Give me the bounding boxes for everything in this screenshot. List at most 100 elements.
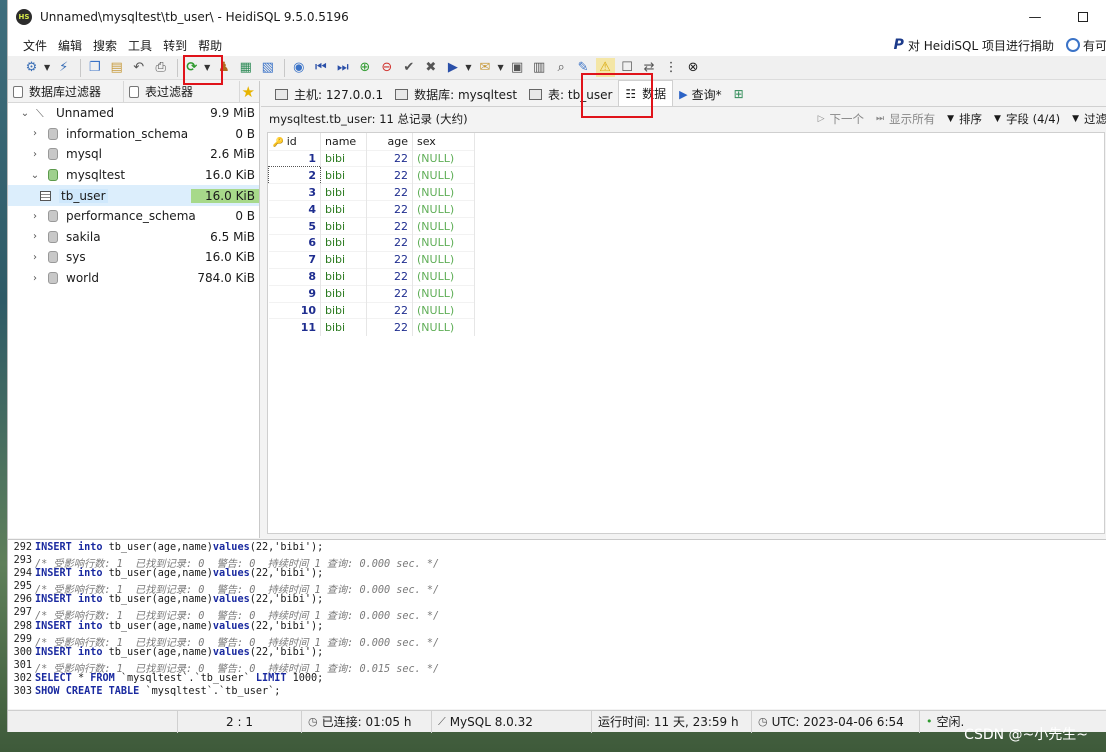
data-grid[interactable]: 🔑 id name age sex 1 bibi 22 (NULL) 2 bibi 22 (N…	[267, 132, 1105, 534]
save-icon[interactable]: ▣	[508, 58, 527, 77]
menu-edit[interactable]: 编辑	[58, 37, 82, 54]
cell-age[interactable]: 22	[366, 166, 413, 184]
favorites-star-icon[interactable]: ★	[242, 83, 255, 101]
cell-age[interactable]: 22	[366, 284, 413, 303]
find-icon[interactable]: ⌕	[552, 58, 571, 77]
tree-item-table[interactable]: tb_user 16.0 KiB	[8, 185, 259, 206]
columns-button[interactable]: ▼ 字段 (4/4)	[994, 111, 1060, 127]
cell-name[interactable]: bibi	[320, 166, 367, 184]
tab-host[interactable]: 主机: 127.0.0.1	[269, 82, 389, 106]
cell-sex[interactable]: (NULL)	[412, 267, 475, 286]
cell-age[interactable]: 22	[366, 183, 413, 201]
chevron-right-icon[interactable]: ›	[28, 149, 42, 160]
new-query-tab[interactable]: ⊞	[728, 82, 750, 106]
cell-age[interactable]: 22	[366, 250, 413, 269]
database-filter[interactable]: 数据库过滤器	[8, 80, 124, 103]
cell-name[interactable]: bibi	[320, 217, 367, 235]
help-icon[interactable]: ◉	[289, 58, 308, 77]
refresh-dropdown-icon[interactable]: ▼	[204, 63, 210, 72]
first-record-icon[interactable]: ⏮	[311, 58, 330, 77]
chevron-right-icon[interactable]: ›	[28, 273, 42, 284]
cell-name[interactable]: bibi	[320, 267, 367, 286]
sort-button[interactable]: ▼ 排序	[947, 111, 982, 127]
table-row[interactable]: 1 bibi 22 (NULL)	[268, 149, 475, 167]
cell-sex[interactable]: (NULL)	[412, 166, 475, 184]
tree-item-database[interactable]: › information_schema 0 B	[8, 124, 259, 145]
cell-name[interactable]: bibi	[320, 183, 367, 201]
cell-age[interactable]: 22	[366, 149, 413, 167]
tab-data[interactable]: ☷ 数据	[618, 80, 674, 106]
post-icon[interactable]: ✔	[399, 58, 418, 77]
table-row[interactable]: 10 bibi 22 (NULL)	[268, 301, 475, 319]
menu-help[interactable]: 帮助	[198, 37, 222, 54]
table-row[interactable]: 11 bibi 22 (NULL)	[268, 318, 475, 336]
tree-item-database[interactable]: › performance_schema 0 B	[8, 206, 259, 227]
tree-item-database[interactable]: ⌄ mysqltest 16.0 KiB	[8, 165, 259, 186]
cell-name[interactable]: bibi	[320, 284, 367, 303]
cell-age[interactable]: 22	[366, 301, 413, 319]
cell-sex[interactable]: (NULL)	[412, 217, 475, 235]
insert-row-icon[interactable]: ⊕	[355, 58, 374, 77]
donate-link[interactable]: 对 HeidiSQL 项目进行捐助	[908, 37, 1054, 54]
maximize-button[interactable]	[1059, 0, 1106, 34]
execute-icon[interactable]: ▶	[443, 58, 462, 77]
column-header-id[interactable]: 🔑 id	[268, 133, 321, 150]
cell-id[interactable]: 11	[268, 318, 321, 336]
cell-sex[interactable]: (NULL)	[412, 183, 475, 201]
menu-goto[interactable]: 转到	[163, 37, 187, 54]
chevron-right-icon[interactable]: ›	[28, 252, 42, 263]
wrap-icon[interactable]: ⇄	[640, 58, 659, 77]
table-row[interactable]: 7 bibi 22 (NULL)	[268, 250, 475, 269]
table-row[interactable]: 8 bibi 22 (NULL)	[268, 267, 475, 286]
cell-name[interactable]: bibi	[320, 233, 367, 252]
warning-icon[interactable]: ⚠	[595, 58, 615, 77]
column-header-name[interactable]: name	[320, 133, 367, 150]
update-link[interactable]: 有可	[1065, 37, 1106, 54]
minimize-button[interactable]: —	[1011, 0, 1059, 34]
cancel-icon[interactable]: ✖	[421, 58, 440, 77]
cell-sex[interactable]: (NULL)	[412, 250, 475, 269]
tree-item-database[interactable]: › sakila 6.5 MiB	[8, 227, 259, 248]
cell-name[interactable]: bibi	[320, 301, 367, 319]
format-icon[interactable]: ✎	[574, 58, 593, 77]
cell-id[interactable]: 3	[268, 183, 321, 201]
cell-name[interactable]: bibi	[320, 250, 367, 269]
import-icon[interactable]: ▦	[236, 58, 255, 77]
show-all-button[interactable]: ⏭ 显示所有	[876, 111, 935, 127]
cell-sex[interactable]: (NULL)	[412, 318, 475, 336]
last-record-icon[interactable]: ⏭	[333, 58, 352, 77]
menu-tools[interactable]: 工具	[128, 37, 152, 54]
load-sql-icon[interactable]: ✉	[475, 58, 494, 77]
chevron-right-icon[interactable]: ›	[28, 211, 42, 222]
copy-icon[interactable]: ❐	[85, 58, 104, 77]
table-filter[interactable]: 表过滤器	[124, 80, 240, 103]
cell-id[interactable]: 4	[268, 200, 321, 218]
tree-item-database[interactable]: › sys 16.0 KiB	[8, 247, 259, 268]
cell-sex[interactable]: (NULL)	[412, 233, 475, 252]
cell-sex[interactable]: (NULL)	[412, 301, 475, 319]
tab-database[interactable]: 数据库: mysqltest	[389, 82, 523, 106]
user-manager-icon[interactable]: ♟	[214, 58, 233, 77]
delete-row-icon[interactable]: ⊖	[377, 58, 396, 77]
cell-age[interactable]: 22	[366, 200, 413, 218]
cell-sex[interactable]: (NULL)	[412, 284, 475, 303]
menu-search[interactable]: 搜索	[93, 37, 117, 54]
chevron-right-icon[interactable]: ›	[28, 128, 42, 139]
tab-table[interactable]: 表: tb_user	[523, 82, 618, 106]
cell-sex[interactable]: (NULL)	[412, 200, 475, 218]
table-row[interactable]: 4 bibi 22 (NULL)	[268, 200, 475, 218]
menu-file[interactable]: 文件	[23, 37, 47, 54]
cell-id[interactable]: 2	[268, 166, 321, 185]
cell-id[interactable]: 6	[268, 233, 321, 252]
filter-button[interactable]: ▼ 过滤	[1072, 111, 1106, 127]
execute-dropdown-icon[interactable]: ▼	[465, 63, 471, 72]
cell-id[interactable]: 9	[268, 284, 321, 303]
hex-icon[interactable]: ☐	[618, 58, 637, 77]
tab-query[interactable]: ▶ 查询*	[673, 82, 727, 106]
table-row[interactable]: 2 bibi 22 (NULL)	[268, 166, 475, 185]
disconnect-icon[interactable]: ⚡	[54, 58, 73, 77]
table-row[interactable]: 5 bibi 22 (NULL)	[268, 217, 475, 235]
table-row[interactable]: 3 bibi 22 (NULL)	[268, 183, 475, 201]
table-row[interactable]: 9 bibi 22 (NULL)	[268, 284, 475, 303]
cell-id[interactable]: 10	[268, 301, 321, 319]
